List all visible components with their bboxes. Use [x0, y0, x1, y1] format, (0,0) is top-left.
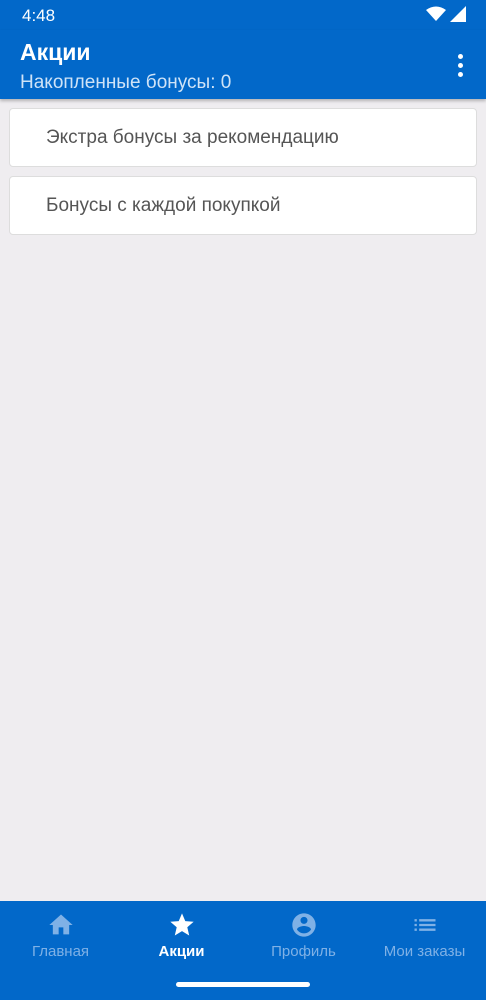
status-bar: 4:48	[0, 0, 486, 30]
nav-item-orders[interactable]: Мои заказы	[364, 911, 485, 971]
promotion-label: Бонусы с каждой покупкой	[46, 194, 281, 216]
list-icon	[414, 919, 435, 931]
nav-item-profile[interactable]: Профиль	[243, 911, 364, 971]
status-icons	[426, 6, 466, 22]
app-bar: Акции Накопленные бонусы: 0	[0, 30, 486, 99]
more-vert-icon[interactable]	[448, 50, 472, 80]
home-indicator[interactable]	[176, 982, 310, 987]
status-time: 4:48	[22, 6, 56, 25]
nav-item-promotions[interactable]: Акции	[121, 911, 242, 971]
nav-label: Профиль	[271, 943, 336, 960]
promotion-label: Экстра бонусы за рекомендацию	[46, 126, 339, 148]
nav-label: Мои заказы	[383, 943, 466, 960]
signal-icon	[450, 6, 466, 22]
star-icon	[169, 913, 194, 936]
bonus-balance: Накопленные бонусы: 0	[20, 72, 232, 93]
page-title: Акции	[20, 39, 91, 65]
promotion-item-referral[interactable]: Экстра бонусы за рекомендацию	[9, 108, 477, 167]
nav-label: Акции	[158, 943, 205, 960]
nav-label: Главная	[31, 943, 90, 960]
home-icon	[48, 914, 73, 935]
promotion-item-purchase[interactable]: Бонусы с каждой покупкой	[9, 176, 477, 235]
wifi-icon	[426, 6, 446, 21]
nav-item-home[interactable]: Главная	[0, 911, 121, 971]
account-circle-icon	[291, 913, 316, 937]
promotions-list: Экстра бонусы за рекомендацию Бонусы с к…	[9, 108, 477, 244]
